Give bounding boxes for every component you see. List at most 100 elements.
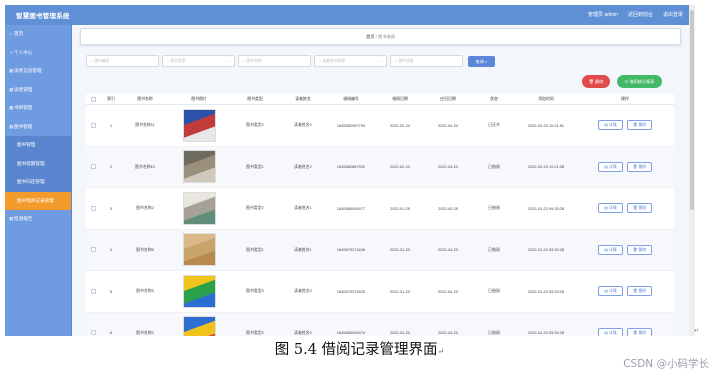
delete-button[interactable]: 🗑 删除 <box>627 244 652 255</box>
filter-input-2[interactable]: ○ 图书名称 <box>238 55 311 67</box>
sidebar-item-4[interactable]: ▦书目管理 <box>5 99 71 118</box>
breadcrumb-separator: / <box>375 34 377 39</box>
cell-name: 图书名称10 <box>135 163 155 169</box>
cell-reader: 读者姓名1 <box>294 246 312 252</box>
cell-due_date: 2022-04-23 <box>438 288 458 294</box>
column-header-2: 图书名称 <box>137 96 153 101</box>
delete-button[interactable]: 🗑 删除 <box>627 161 652 172</box>
cell-borrow_no: 1645579371625 <box>336 288 366 294</box>
sidebar-item-1[interactable]: ☺个人中心 <box>5 44 71 63</box>
cell-type: 图书类型1 <box>246 246 264 252</box>
row-actions: ▤ 详情 🗑 删除 <box>576 188 674 229</box>
sidebar: ⌂ 首页 ☺个人中心 ▦读者信息管理 ▦读者管理 ▦书目管理 ▦图书管理 图书管理 图书延期管理… <box>5 25 72 336</box>
detail-button[interactable]: ▤ 详情 <box>598 161 623 172</box>
row-checkbox[interactable] <box>90 164 96 170</box>
book-cover-image <box>182 274 216 308</box>
filter-placeholder: 借书状态 <box>398 59 414 63</box>
row-checkbox[interactable] <box>90 247 96 253</box>
cell-due_date: 2022-03-24 <box>438 164 458 170</box>
cell-index: 3 <box>109 205 113 211</box>
back-to-frontend-link[interactable]: 返回到前台 <box>628 11 653 18</box>
row-actions: ▤ 详情 🗑 删除 <box>576 147 674 188</box>
filter-input-3[interactable]: ○ 读者借书权限 ⌄ <box>314 55 387 67</box>
sidebar-item-5[interactable]: ▦图书管理 <box>5 118 71 137</box>
delete-button[interactable]: 🗑 删除 <box>627 327 652 336</box>
breadcrumb: 首页 / 图书借阅 <box>80 28 681 45</box>
delete-button[interactable]: 🗑 删除 <box>627 120 652 131</box>
column-header-1: 索引 <box>107 96 115 101</box>
cell-borrow_date: 2022-01-23 <box>390 288 410 294</box>
cell-status: 已借阅 <box>488 329 500 335</box>
select-all-checkbox[interactable] <box>90 96 96 102</box>
cell-reader: 读者姓名2 <box>294 329 312 335</box>
sidebar-item-2[interactable]: ▦读者信息管理 <box>5 62 71 81</box>
sidebar-item-3[interactable]: ▦读者管理 <box>5 81 71 100</box>
filter-input-4[interactable]: ○ 借书状态 <box>390 55 463 67</box>
caption-text: 图 5.4 借阅记录管理界面 <box>274 342 438 358</box>
borrow-report-button[interactable]: ◷ 借阅统计报表 <box>617 75 662 88</box>
cell-name: 图书名称6 <box>136 246 154 252</box>
delete-button[interactable]: 🗑 删除 <box>627 203 652 214</box>
row-select-cell <box>86 188 100 229</box>
batch-delete-button[interactable]: 🗑 删除 <box>582 75 610 88</box>
admin-user-label[interactable]: 管理员 admin <box>588 11 618 18</box>
sidebar-item-10[interactable]: ▦检测报告 <box>5 210 71 229</box>
cell-type: 图书类型2 <box>246 122 264 128</box>
cell-borrow_no: 1645582907794 <box>336 122 366 128</box>
table-row: 4 图书名称6 图书类型1 读者姓名1 1645579371626 2022-01-23 2… <box>86 229 674 271</box>
app-title: 智慧图书管理系统 <box>16 13 70 20</box>
cell-status: 已借阅 <box>488 288 500 294</box>
row-actions: ▤ 详情 🗑 删除 <box>576 313 674 336</box>
caption-mark: ↵ <box>437 347 445 356</box>
cell-borrow_no: 1645582867922 <box>336 164 366 170</box>
table-row: 3 图书名称2 图书类型2 读者姓名1 1645580004577 2022-01-25 2… <box>86 188 674 230</box>
column-header-3: 图书图片 <box>191 96 207 101</box>
breadcrumb-home[interactable]: 首页 <box>366 34 374 39</box>
cell-name: 图书名称2 <box>136 329 154 335</box>
cell-due_date: 2022-03-25 <box>438 205 458 211</box>
top-nav: 管理员 admin 返回到前台 退出登录 <box>588 11 683 18</box>
detail-button[interactable]: ▤ 详情 <box>598 244 623 255</box>
row-checkbox[interactable] <box>90 330 96 336</box>
row-checkbox[interactable] <box>90 122 96 128</box>
cell-status: 已还书 <box>488 122 500 128</box>
detail-button[interactable]: ▤ 详情 <box>598 327 623 336</box>
main-content: 首页 / 图书借阅 ○ 图书编号 ○ 图书类型 ⌄ ○ 图书名称 ○ 读者借书权限 ⌄ ○ … <box>72 25 689 336</box>
sidebar-item-label: 个人中心 <box>14 49 33 55</box>
cell-index: 5 <box>109 288 113 294</box>
page-scrollbar[interactable] <box>689 5 695 336</box>
sidebar-item-9[interactable]: 图书借阅记录管理 <box>5 191 71 210</box>
cell-index: 6 <box>109 330 113 336</box>
logout-link[interactable]: 退出登录 <box>663 11 683 18</box>
table-header: 索引 图书名称 图书图片 图书类型 读者姓名 借阅编号 借阅日期 应归日期 状态 添加时间 操作 <box>86 94 674 105</box>
book-cover-image <box>182 233 216 267</box>
cell-index: 2 <box>109 164 113 170</box>
cell-status: 已借阅 <box>488 246 500 252</box>
sidebar-item-7[interactable]: 图书延期管理 <box>5 154 71 173</box>
sidebar-item-0[interactable]: ⌂ 首页 <box>5 25 71 44</box>
detail-button[interactable]: ▤ 详情 <box>598 286 623 297</box>
delete-button[interactable]: 🗑 删除 <box>627 286 652 297</box>
sidebar-item-label: 图书管理 <box>14 123 33 129</box>
detail-button[interactable]: ▤ 详情 <box>598 120 623 131</box>
filter-bar: ○ 图书编号 ○ 图书类型 ⌄ ○ 图书名称 ○ 读者借书权限 ⌄ ○ 借书状态 查询 ⌕ <box>86 55 495 67</box>
cell-name: 图书名称5 <box>136 288 154 294</box>
filter-input-0[interactable]: ○ 图书编号 <box>86 55 159 67</box>
cell-reader: 读者姓名1 <box>294 205 312 211</box>
row-checkbox[interactable] <box>90 205 96 211</box>
sidebar-item-8[interactable]: 图书归还管理 <box>5 173 71 192</box>
detail-button[interactable]: ▤ 详情 <box>598 203 623 214</box>
table-row: 2 图书名称10 图书类型1 读者姓名2 1645582867922 2022-02-24… <box>86 146 674 188</box>
figure-caption: 图 5.4 借阅记录管理界面↵ <box>0 338 719 359</box>
paragraph-mark: ↵ <box>694 328 700 334</box>
row-checkbox[interactable] <box>90 288 96 294</box>
cell-reader: 读者姓名3 <box>294 288 312 294</box>
scrollbar-thumb[interactable] <box>690 10 694 210</box>
cell-borrow_no: 1645579371626 <box>336 247 366 253</box>
search-button[interactable]: 查询 ⌕ <box>468 55 495 67</box>
sidebar-item-label: 读者信息管理 <box>14 68 42 73</box>
cell-due_date: 2022-04-23 <box>438 247 458 253</box>
filter-input-1[interactable]: ○ 图书类型 ⌄ <box>162 55 235 67</box>
sidebar-item-6[interactable]: 图书管理 <box>5 136 71 155</box>
cell-name: 图书名称11 <box>135 122 155 128</box>
